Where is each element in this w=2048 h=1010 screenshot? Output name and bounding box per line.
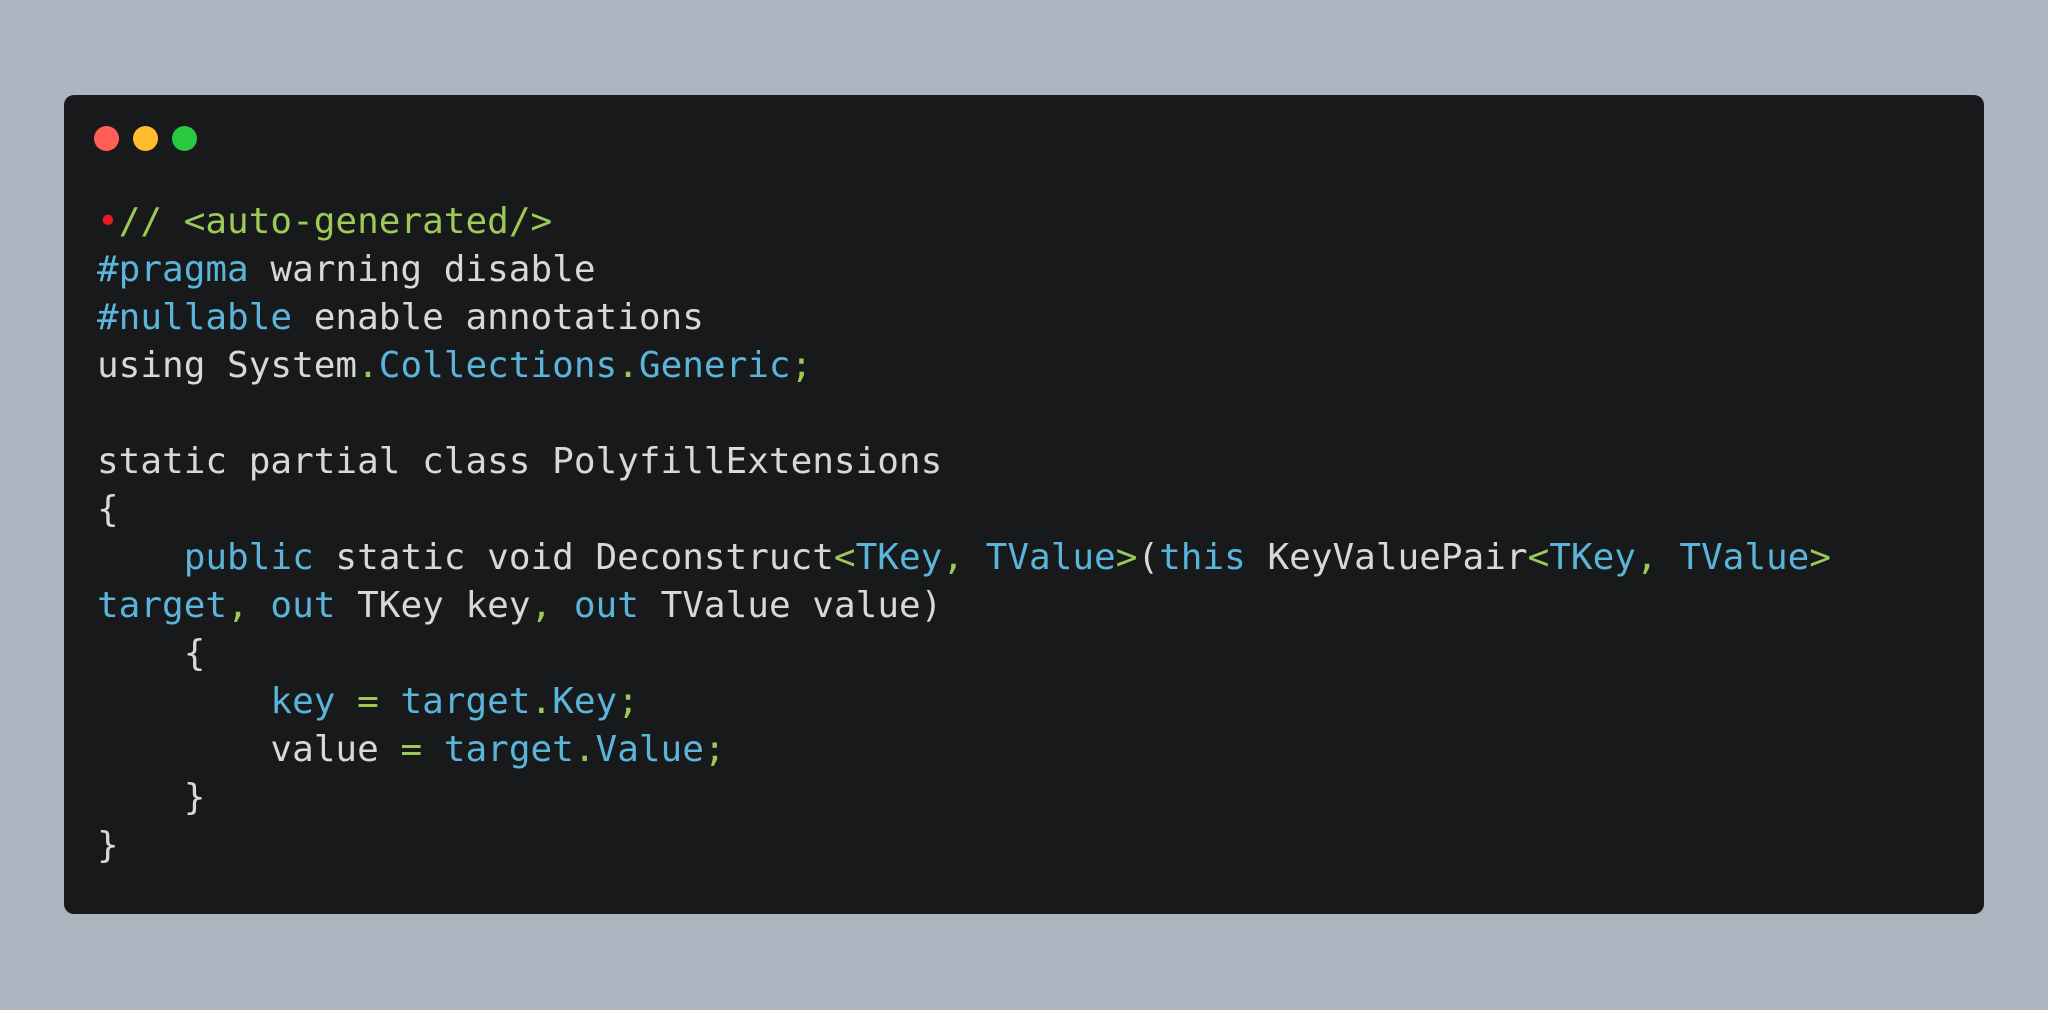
code-token: Generic bbox=[638, 345, 791, 386]
code-line: value = target.Value; bbox=[97, 726, 1831, 774]
code-line: static partial class PolyfillExtensions bbox=[97, 438, 1831, 486]
code-line: #nullable enable annotations bbox=[97, 294, 1831, 342]
code-token: , bbox=[942, 537, 986, 578]
code-token: target bbox=[400, 681, 531, 722]
code-token: out bbox=[270, 585, 336, 626]
code-line: #pragma warning disable bbox=[97, 246, 1831, 294]
code-token: // <auto-generated/> bbox=[118, 201, 553, 242]
code-token: ; bbox=[703, 729, 726, 770]
code-token: TValue bbox=[985, 537, 1116, 578]
close-button[interactable] bbox=[94, 126, 119, 151]
code-line: key = target.Key; bbox=[97, 678, 1831, 726]
code-token: TValue bbox=[1679, 537, 1810, 578]
code-token: key bbox=[270, 681, 336, 722]
code-token: value bbox=[97, 729, 379, 770]
code-token: = bbox=[335, 681, 401, 722]
code-token: TKey key bbox=[335, 585, 531, 626]
code-token: static void Deconstruct bbox=[313, 537, 834, 578]
code-token: { bbox=[97, 633, 206, 674]
code-token: this bbox=[1159, 537, 1246, 578]
minimize-button[interactable] bbox=[133, 126, 158, 151]
code-token: } bbox=[97, 777, 206, 818]
code-token: > bbox=[1115, 537, 1138, 578]
code-token: } bbox=[97, 825, 119, 866]
code-token: = bbox=[378, 729, 444, 770]
code-token: ( bbox=[1137, 537, 1160, 578]
code-token: target bbox=[443, 729, 574, 770]
code-token: < bbox=[833, 537, 856, 578]
code-token: using System bbox=[97, 345, 358, 386]
code-token: Collections bbox=[378, 345, 618, 386]
code-token: , bbox=[1635, 537, 1680, 578]
code-token: . bbox=[530, 681, 553, 722]
code-line: •// <auto-generated/> bbox=[97, 198, 1831, 246]
code-token: #pragma bbox=[97, 249, 249, 290]
code-token: enable annotations bbox=[292, 297, 704, 338]
code-token: ; bbox=[617, 681, 639, 722]
window-controls bbox=[94, 126, 197, 152]
code-block: •// <auto-generated/> #pragma warning dis… bbox=[97, 198, 1831, 870]
code-token: static partial class PolyfillExtensions bbox=[97, 441, 943, 482]
code-line: } bbox=[97, 822, 1831, 870]
code-token: out bbox=[573, 585, 639, 626]
code-token: , bbox=[530, 585, 574, 626]
maximize-button[interactable] bbox=[172, 126, 197, 151]
code-token: , bbox=[227, 585, 271, 626]
code-token: TKey bbox=[1549, 537, 1636, 578]
code-line: { bbox=[97, 630, 1831, 678]
code-token: > bbox=[1809, 537, 1832, 578]
code-token: KeyValuePair bbox=[1245, 537, 1528, 578]
code-line: { bbox=[97, 486, 1831, 534]
code-token: target bbox=[97, 585, 228, 626]
code-line: using System.Collections.Generic; bbox=[97, 342, 1831, 390]
code-token: . bbox=[617, 345, 639, 386]
code-line: } bbox=[97, 774, 1831, 822]
code-token: . bbox=[357, 345, 379, 386]
code-line: public static void Deconstruct<TKey, TVa… bbox=[97, 534, 1831, 582]
code-token: TValue value) bbox=[638, 585, 943, 626]
code-token: ; bbox=[790, 345, 813, 386]
code-token: { bbox=[97, 489, 119, 530]
code-token: #nullable bbox=[97, 297, 293, 338]
code-token: < bbox=[1527, 537, 1550, 578]
code-token: Value bbox=[595, 729, 704, 770]
code-line: target, out TKey key, out TValue value) bbox=[97, 582, 1831, 630]
code-token: public bbox=[183, 537, 314, 578]
bullet-icon: • bbox=[97, 201, 119, 242]
code-token: TKey bbox=[855, 537, 943, 578]
code-token: . bbox=[573, 729, 596, 770]
code-token: Key bbox=[552, 681, 618, 722]
code-token: warning disable bbox=[248, 249, 596, 290]
